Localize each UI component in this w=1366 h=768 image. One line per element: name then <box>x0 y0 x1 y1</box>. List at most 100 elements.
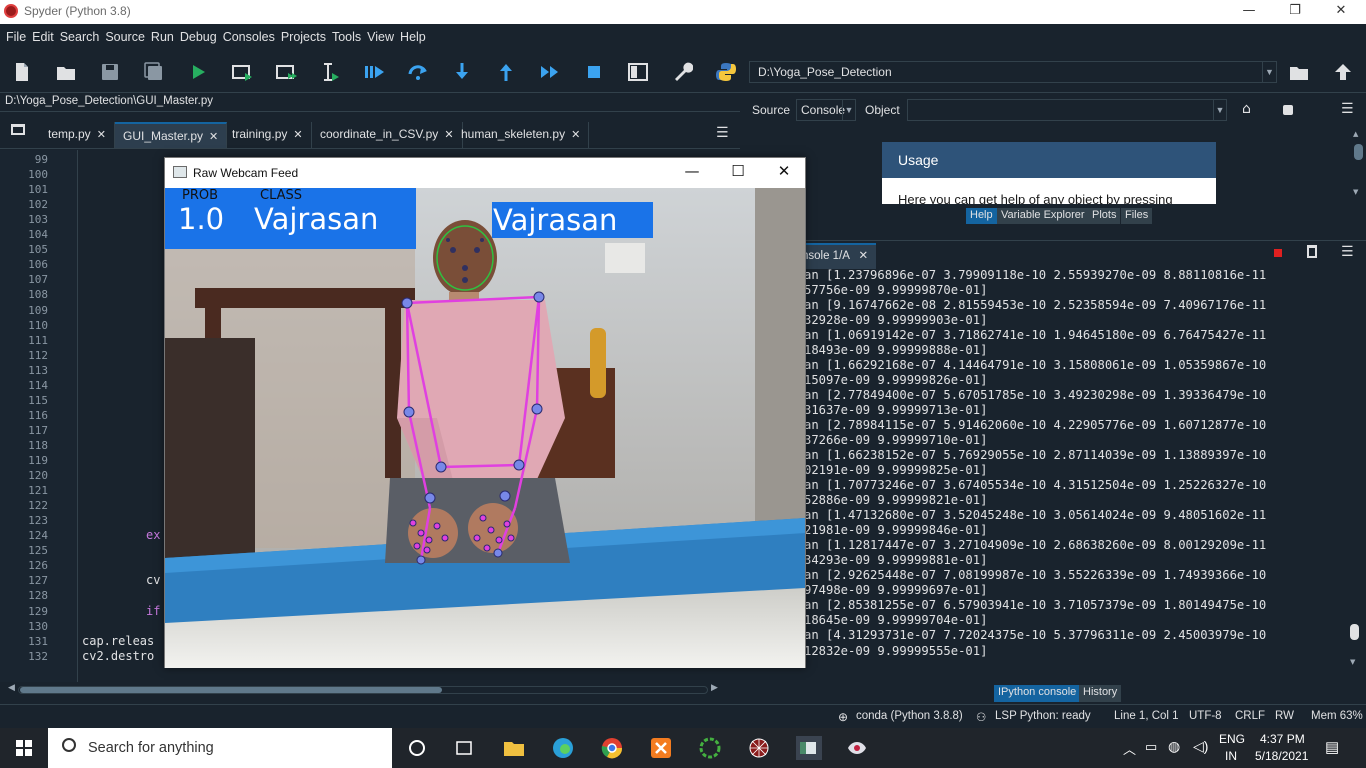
minimize-button[interactable]: — <box>1226 0 1272 24</box>
clock-time[interactable]: 4:37 PM <box>1260 732 1305 746</box>
windows-start-icon[interactable] <box>16 740 32 756</box>
run-selection-icon[interactable] <box>319 61 341 83</box>
lock-icon[interactable] <box>1283 105 1293 115</box>
close-button[interactable]: ✕ <box>1318 0 1364 24</box>
webcam-window[interactable]: Raw Webcam Feed — ☐ ✕ PROB CLASS 1.0 Vaj… <box>164 157 806 668</box>
parent-directory-icon[interactable] <box>1332 61 1354 83</box>
run-icon[interactable] <box>187 61 209 83</box>
scroll-down-icon[interactable]: ▼ <box>1350 658 1355 666</box>
conda-env-status[interactable]: conda (Python 3.8.8) <box>856 710 963 722</box>
lsp-status[interactable]: LSP Python: ready <box>995 710 1091 722</box>
tab-training[interactable]: training.py ✕ <box>224 122 312 148</box>
menu-tools[interactable]: Tools <box>326 24 361 51</box>
taskbar-search[interactable]: Search for anything <box>48 728 392 768</box>
run-cell-icon[interactable] <box>231 61 253 83</box>
tab-gui-master[interactable]: GUI_Master.py ✕ <box>115 122 228 148</box>
menu-search[interactable]: Search <box>54 24 100 51</box>
new-file-icon[interactable] <box>11 61 33 83</box>
chevron-down-icon[interactable]: ▼ <box>842 100 855 120</box>
maximize-button[interactable]: ❐ <box>1272 0 1318 24</box>
webcam-close-button[interactable]: ✕ <box>764 162 804 184</box>
clear-console-trash-icon[interactable] <box>1307 245 1317 258</box>
save-file-icon[interactable] <box>99 61 121 83</box>
task-view-icon[interactable] <box>452 736 476 760</box>
editor-horizontal-scrollbar[interactable]: ◀ ▶ <box>8 683 720 697</box>
tab-variable-explorer[interactable]: Variable Explorer <box>997 208 1089 224</box>
continue-icon[interactable] <box>539 61 561 83</box>
network-globe-icon[interactable]: ◍ <box>1168 738 1180 755</box>
close-tab-icon[interactable]: ✕ <box>293 129 302 141</box>
open-file-icon[interactable] <box>55 61 77 83</box>
battery-icon[interactable]: ▭ <box>1145 739 1157 755</box>
menu-source[interactable]: Source <box>99 24 145 51</box>
scroll-thumb[interactable] <box>1350 624 1359 640</box>
menu-file[interactable]: File <box>0 24 26 51</box>
webcam-minimize-button[interactable]: — <box>672 162 712 184</box>
chevron-down-icon[interactable]: ▼ <box>1213 100 1226 120</box>
browse-directory-icon[interactable] <box>1288 61 1310 83</box>
console-vertical-scrollbar[interactable]: ▼ <box>1349 272 1361 672</box>
tab-help[interactable]: Help <box>966 208 997 224</box>
tab-temp[interactable]: temp.py ✕ <box>40 122 115 148</box>
scroll-right-icon[interactable]: ▶ <box>711 683 718 693</box>
volume-icon[interactable]: ◁) <box>1193 738 1208 755</box>
object-combo[interactable]: ▼ <box>907 99 1227 121</box>
scroll-down-icon[interactable]: ▼ <box>1353 188 1358 196</box>
tab-ipython-console[interactable]: IPython console <box>994 685 1081 702</box>
tab-human-skeleten[interactable]: human_skeleten.py ✕ <box>453 122 590 148</box>
run-cell-advance-icon[interactable] <box>275 61 297 83</box>
menu-debug[interactable]: Debug <box>174 24 217 51</box>
chevron-down-icon[interactable]: ▼ <box>1262 62 1276 82</box>
scroll-up-icon[interactable]: ▲ <box>1353 130 1358 138</box>
preferences-wrench-icon[interactable] <box>671 61 694 83</box>
webcam-app-taskbar-icon[interactable] <box>796 736 822 760</box>
help-options-menu-icon[interactable]: ☰ <box>1341 101 1354 117</box>
scroll-thumb[interactable] <box>1354 144 1363 160</box>
close-tab-icon[interactable]: ✕ <box>571 129 580 141</box>
source-combo[interactable]: Console ▼ <box>796 99 856 121</box>
notifications-icon[interactable]: ▤ <box>1325 738 1339 756</box>
show-hidden-icons-chevron-icon[interactable]: ︿ <box>1123 739 1136 758</box>
chrome-browser-icon[interactable] <box>600 736 624 760</box>
tab-history[interactable]: History <box>1079 685 1122 702</box>
menu-projects[interactable]: Projects <box>275 24 326 51</box>
webcam-maximize-button[interactable]: ☐ <box>718 162 758 184</box>
tab-files[interactable]: Files <box>1121 208 1153 224</box>
step-return-icon[interactable] <box>495 61 517 83</box>
browse-tabs-icon[interactable] <box>11 124 25 135</box>
scroll-thumb[interactable] <box>20 687 442 693</box>
clock-date[interactable]: 5/18/2021 <box>1255 749 1308 763</box>
webcam-titlebar[interactable]: Raw Webcam Feed — ☐ ✕ <box>165 158 805 188</box>
cortana-icon[interactable] <box>405 736 429 760</box>
python-idle-icon[interactable] <box>845 736 869 760</box>
menu-run[interactable]: Run <box>145 24 174 51</box>
maximize-pane-icon[interactable] <box>627 61 649 83</box>
language-indicator[interactable]: ENG <box>1219 732 1245 746</box>
spyder-taskbar-icon[interactable] <box>747 736 771 760</box>
stop-icon[interactable] <box>583 61 605 83</box>
xampp-icon[interactable] <box>649 736 673 760</box>
tab-plots[interactable]: Plots <box>1088 208 1121 224</box>
working-directory-combo[interactable]: D:\Yoga_Pose_Detection ▼ <box>749 61 1277 83</box>
step-over-icon[interactable] <box>407 61 429 83</box>
save-all-icon[interactable] <box>143 61 165 83</box>
menu-view[interactable]: View <box>361 24 394 51</box>
tab-options-menu-icon[interactable]: ☰ <box>716 125 729 141</box>
scroll-left-icon[interactable]: ◀ <box>8 683 15 693</box>
debug-icon[interactable] <box>363 61 385 83</box>
python-path-icon[interactable] <box>715 61 737 83</box>
file-explorer-icon[interactable] <box>502 736 526 760</box>
tab-coordinate-in-csv[interactable]: coordinate_in_CSV.py ✕ <box>312 122 463 148</box>
anaconda-icon[interactable] <box>698 736 722 760</box>
edge-browser-icon[interactable] <box>551 736 575 760</box>
console-options-menu-icon[interactable]: ☰ <box>1341 244 1354 260</box>
step-into-icon[interactable] <box>451 61 473 83</box>
close-tab-icon[interactable]: ✕ <box>209 131 218 143</box>
menu-help[interactable]: Help <box>394 24 426 51</box>
help-vertical-scrollbar[interactable]: ▲ ▼ <box>1353 130 1363 200</box>
region-indicator[interactable]: IN <box>1225 749 1237 763</box>
menu-consoles[interactable]: Consoles <box>217 24 275 51</box>
home-icon[interactable]: ⌂ <box>1242 101 1251 117</box>
menu-edit[interactable]: Edit <box>26 24 54 51</box>
close-tab-icon[interactable]: ✕ <box>97 129 106 141</box>
